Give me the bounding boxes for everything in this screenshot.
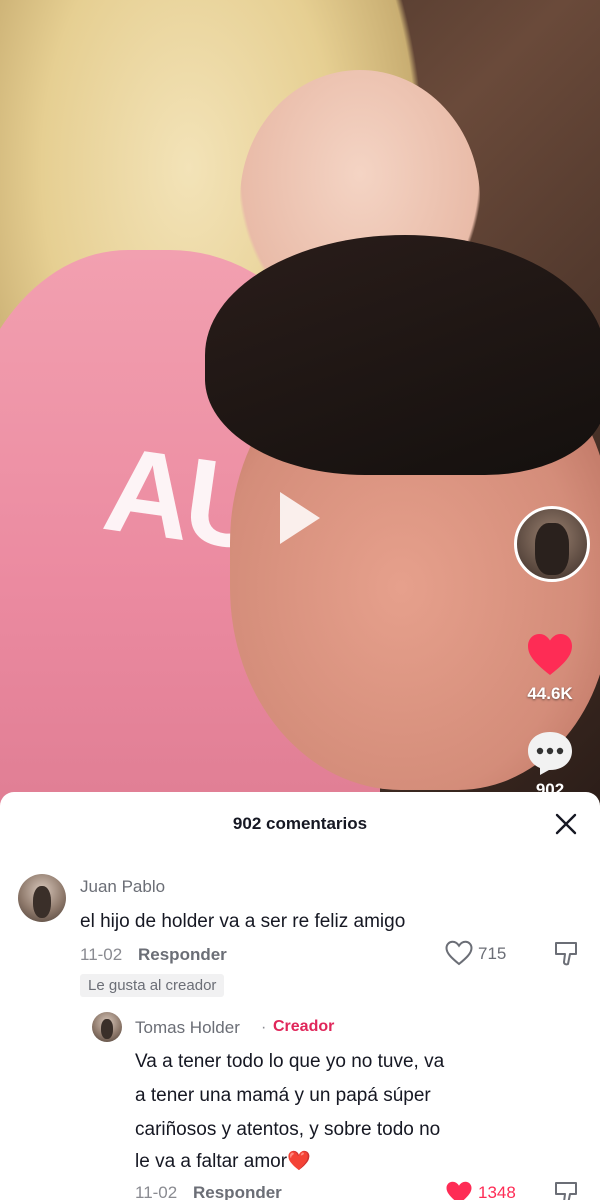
dislike-icon[interactable]	[553, 1180, 579, 1200]
reply-text-line: Va a tener todo lo que yo no tuve, va	[135, 1051, 445, 1072]
like-count: 44.6K	[527, 684, 573, 703]
reply-like-count: 1348	[478, 1183, 516, 1200]
video-player[interactable]: AU 44.6K 902	[0, 0, 600, 810]
comment-like-count: 715	[478, 944, 507, 963]
comments-sheet: 902 comentarios Juan Pablo el hijo de ho…	[0, 792, 600, 1200]
video-figure-hair-2	[205, 235, 600, 475]
reply-button[interactable]: Responder	[138, 945, 227, 965]
avatar-figure	[33, 886, 51, 918]
comment-text: el hijo de holder va a ser re feliz amig…	[80, 911, 406, 932]
comment-author[interactable]: Juan Pablo	[80, 877, 165, 897]
dislike-icon[interactable]	[553, 940, 579, 968]
reply-button[interactable]: Responder	[193, 1183, 282, 1200]
commenter-avatar[interactable]	[18, 874, 66, 922]
close-icon[interactable]	[554, 812, 578, 836]
reply-author[interactable]: Tomas Holder	[135, 1018, 240, 1038]
comment-icon[interactable]	[525, 730, 575, 776]
heart-outline-icon[interactable]	[445, 940, 473, 966]
reply-date: 11-02	[135, 1183, 178, 1200]
heart-filled-icon[interactable]	[445, 1180, 473, 1200]
reply-author-avatar[interactable]	[92, 1012, 122, 1042]
reply-text-line: cariñosos y atentos, y sobre todo no	[135, 1119, 441, 1140]
reply-text-line: a tener una mamá y un papá súper	[135, 1085, 431, 1106]
comment-date: 11-02	[80, 945, 123, 964]
heart-icon[interactable]	[526, 632, 574, 680]
liked-by-creator-badge: Le gusta al creador	[80, 974, 225, 997]
creator-tag: Creador	[273, 1018, 335, 1035]
separator-dot: ·	[261, 1019, 267, 1036]
avatar-figure	[101, 1019, 113, 1039]
play-icon[interactable]	[280, 492, 320, 544]
creator-avatar[interactable]	[514, 506, 590, 582]
reply-text-line: le va a faltar amor❤️	[135, 1151, 311, 1172]
avatar-figure	[535, 523, 569, 575]
comments-title: 902 comentarios	[232, 814, 368, 833]
